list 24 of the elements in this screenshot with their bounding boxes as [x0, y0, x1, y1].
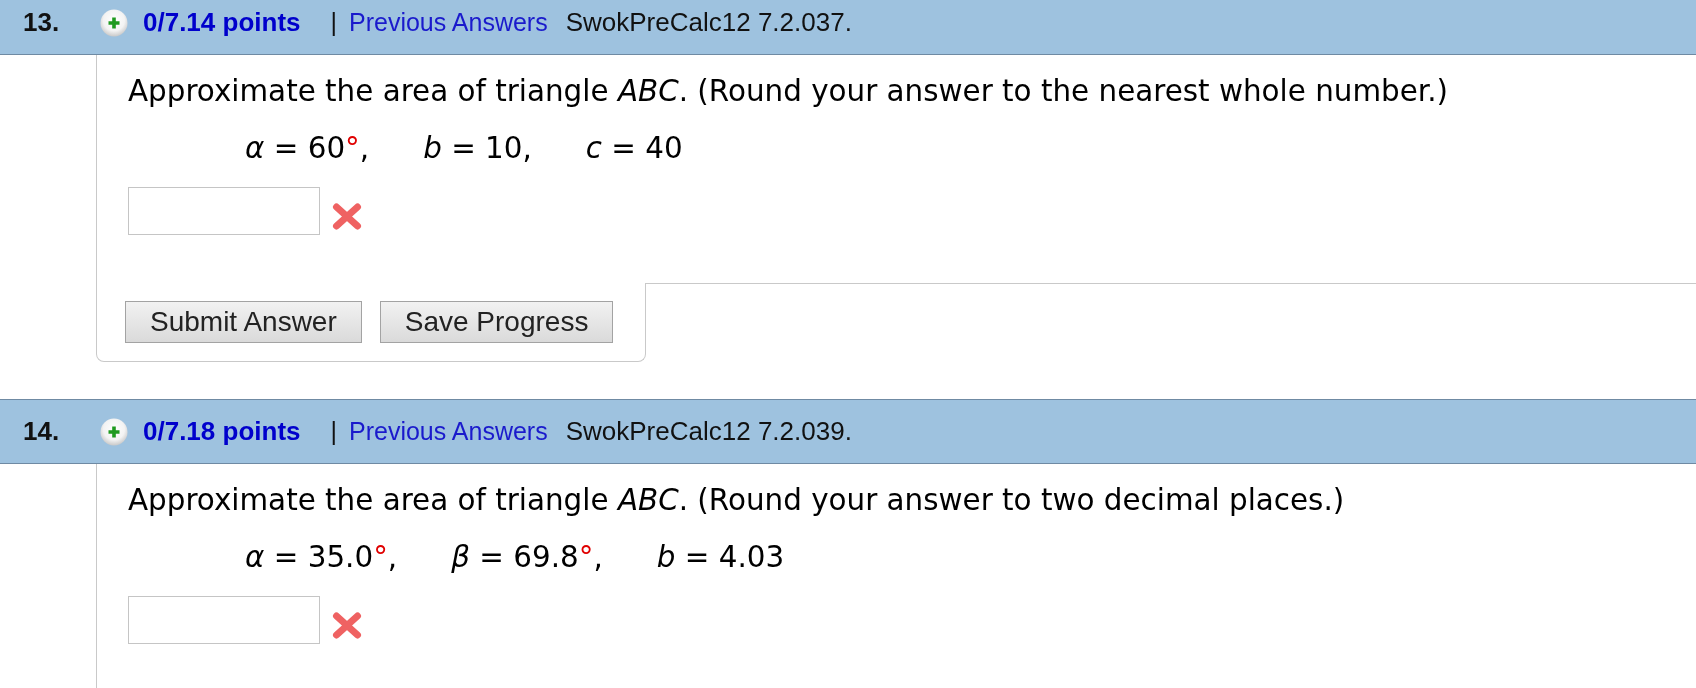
given-value: c = 40 [585, 131, 683, 166]
question-prompt: Approximate the area of triangle ABC. (Round your answer to two decimal places.) [128, 483, 1345, 518]
given-value: b = 4.03 [656, 540, 785, 575]
previous-answers-link[interactable]: Previous Answers [349, 3, 548, 42]
plus-icon[interactable] [100, 417, 128, 446]
given-value: α = 35.0°, [245, 540, 398, 575]
separator-text: | [330, 415, 337, 447]
answer-field[interactable] [128, 187, 320, 235]
question-number: 13. [23, 6, 61, 39]
question-source: SwokPreCalc12 7.2.037. [565, 6, 852, 39]
question-source: SwokPreCalc12 7.2.039. [565, 415, 852, 448]
given-value: b = 10, [423, 131, 532, 166]
submit-answer-button[interactable]: Submit Answer [125, 301, 362, 343]
plus-icon[interactable] [100, 8, 128, 37]
points-link[interactable]: 0/7.18 points [143, 412, 301, 451]
previous-answers-link[interactable]: Previous Answers [349, 412, 548, 451]
save-progress-button[interactable]: Save Progress [379, 301, 614, 343]
given-value: β = 69.8°, [451, 540, 603, 575]
given-value: α = 60°, [245, 131, 370, 166]
question-prompt: Approximate the area of triangle ABC. (Round your answer to the nearest whole number.) [128, 74, 1448, 109]
answer-field[interactable] [128, 596, 320, 644]
question-number: 14. [23, 415, 61, 448]
separator-text: | [330, 6, 337, 38]
points-link[interactable]: 0/7.14 points [143, 3, 301, 42]
